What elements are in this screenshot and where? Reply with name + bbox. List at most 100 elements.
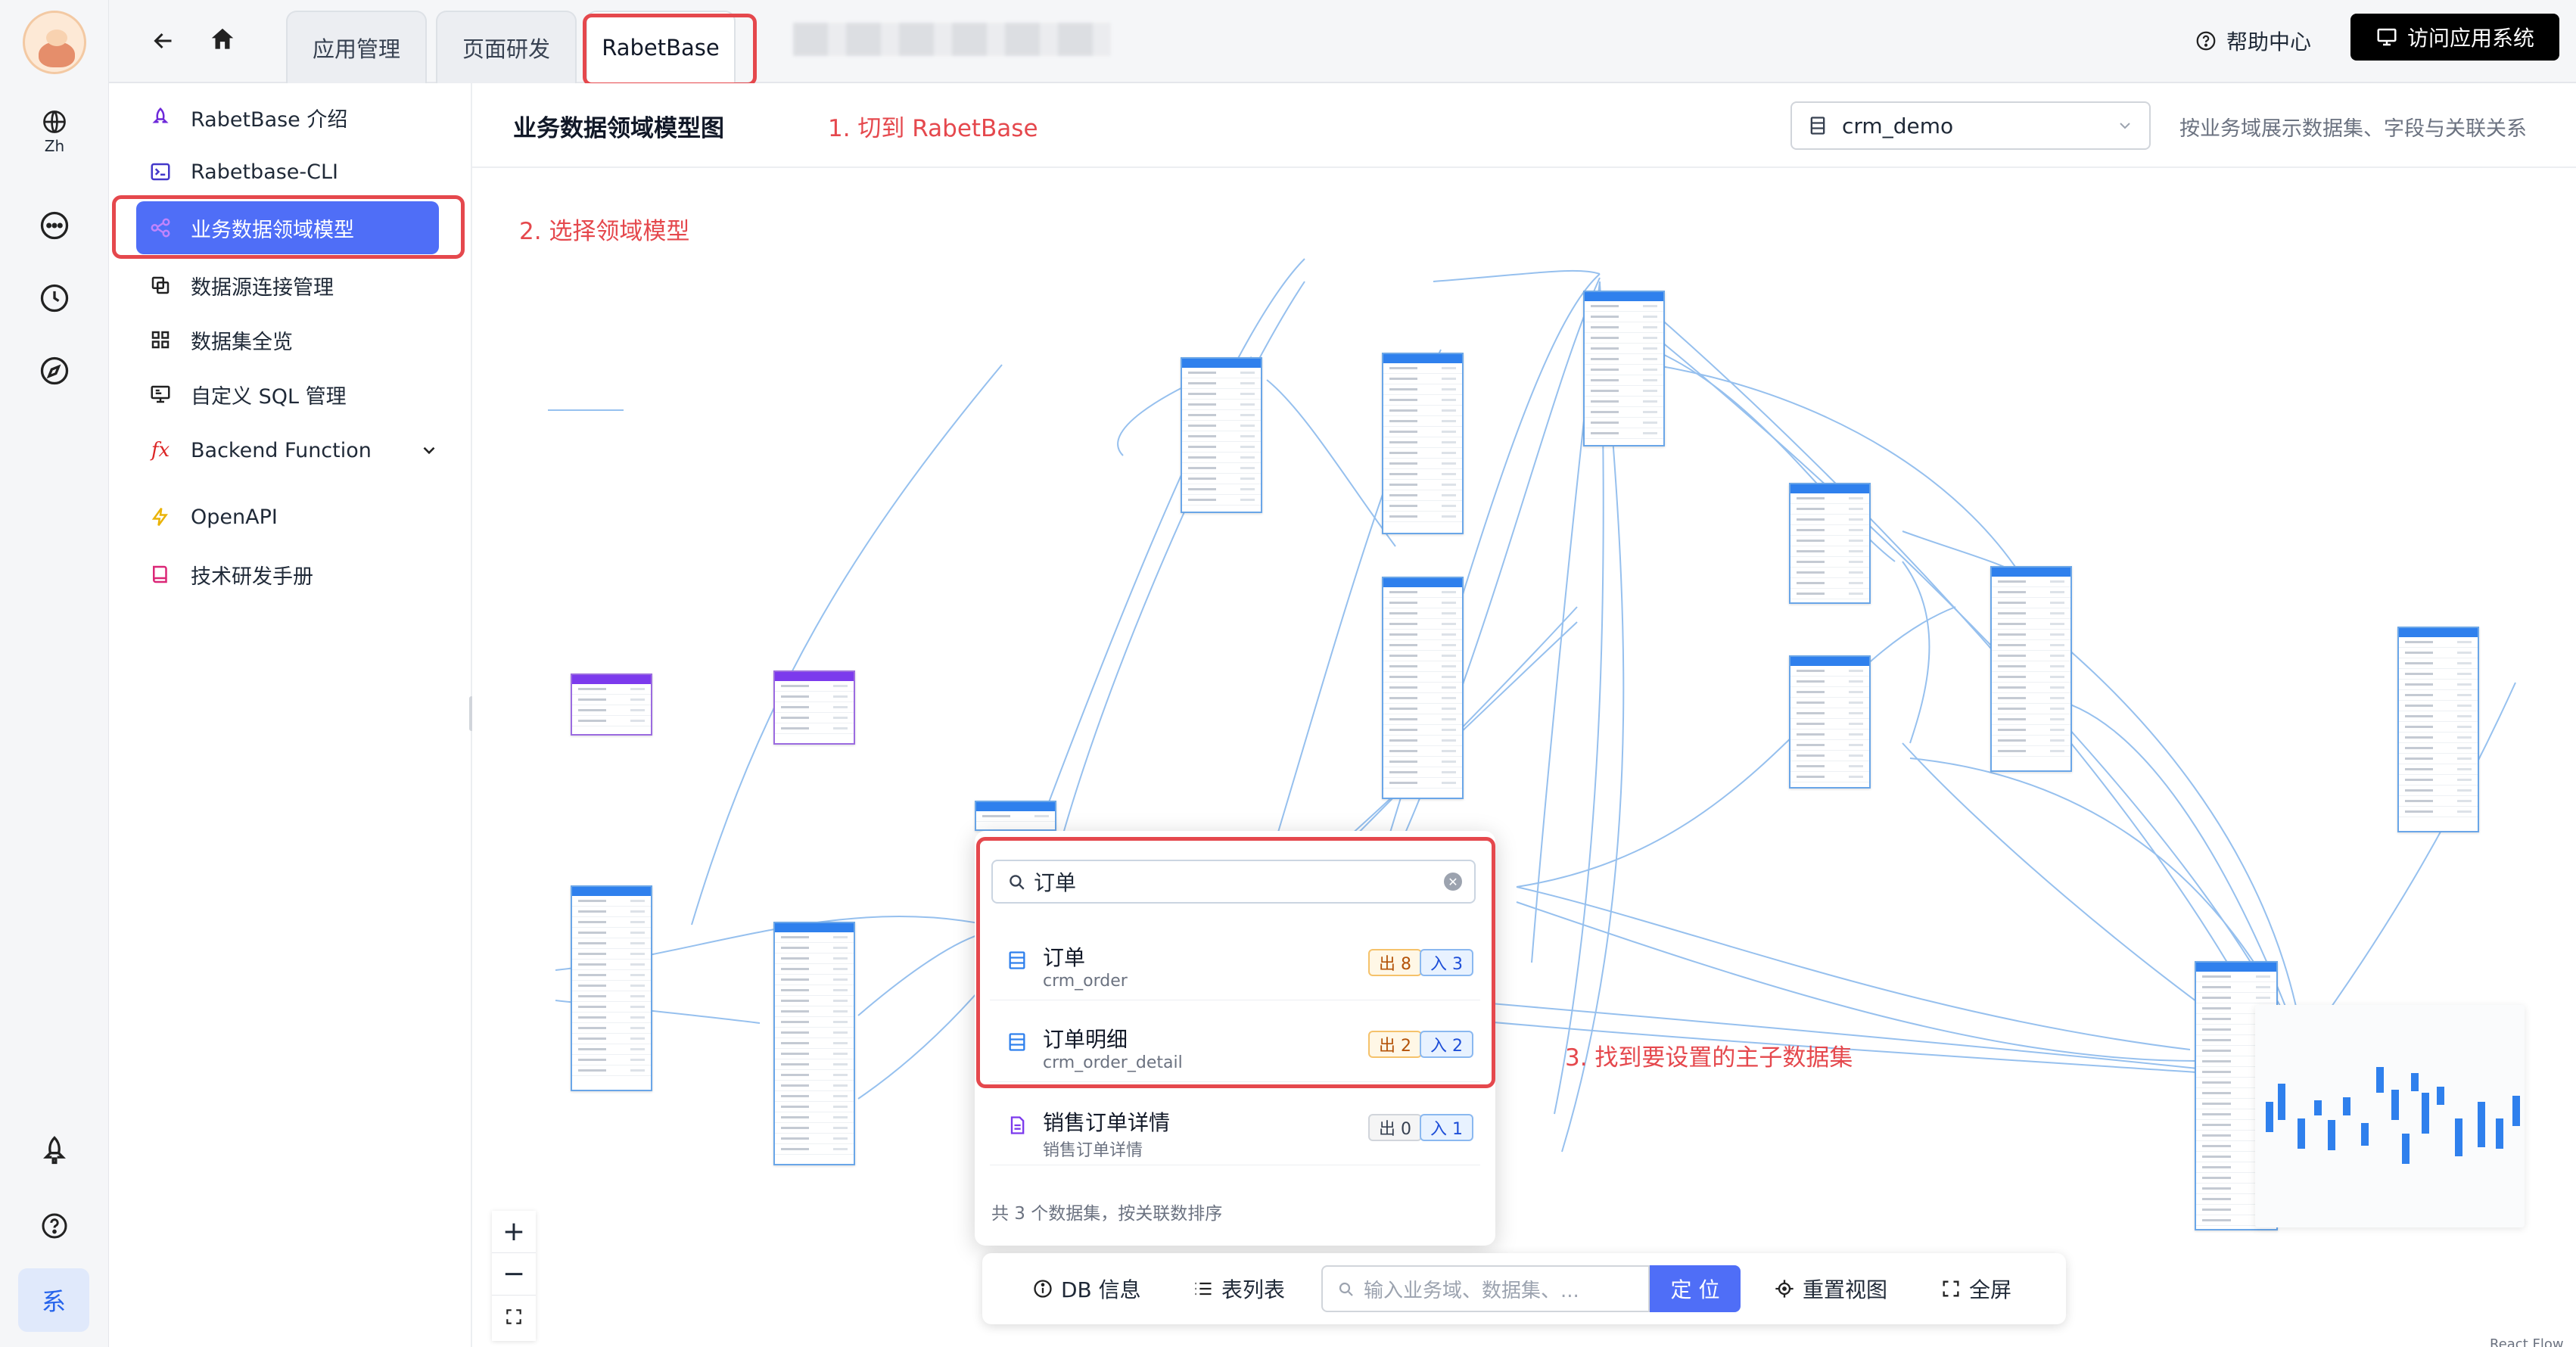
sidebar: RabetBase 介绍 Rabetbase-CLI 业务数据领域模型 数据源连… [109, 83, 472, 1347]
back-button[interactable] [141, 18, 186, 64]
help-button[interactable] [21, 1193, 88, 1259]
globe-icon [43, 110, 66, 133]
top-bar: 应用管理 页面研发 RabetBase 帮助中心 访问应用系统 [109, 0, 2576, 83]
out-count-badge: 出 0 [1368, 1114, 1422, 1141]
explore-button[interactable] [21, 338, 88, 404]
sidebar-item-datasource[interactable]: 数据源连接管理 [136, 259, 439, 312]
entity-table[interactable] [1990, 566, 2072, 772]
left-rail: Zh 系 [0, 0, 109, 1347]
fullscreen-button[interactable]: 全屏 [1940, 1270, 2011, 1308]
visit-app-button[interactable]: 访问应用系统 [2350, 14, 2559, 61]
main-content: 业务数据领域模型图 crm_demo 按业务域展示数据集、字段与关联关系 + −… [472, 83, 2576, 1347]
sql-icon [147, 381, 174, 408]
rocket-button[interactable] [21, 1117, 88, 1184]
clear-icon[interactable]: ✕ [1444, 873, 1462, 891]
tab-app-management[interactable]: 应用管理 [286, 11, 427, 83]
fit-view-icon [506, 1309, 521, 1324]
popup-footer: 共 3 个数据集，按关联数排序 [991, 1204, 1223, 1224]
arrow-left-icon [154, 33, 172, 49]
entity-table[interactable] [1382, 577, 1464, 799]
page-hint: 按业务域展示数据集、字段与关联关系 [2179, 117, 2527, 141]
in-count-badge: 入 1 [1420, 1114, 1473, 1141]
out-count-badge: 出 8 [1368, 949, 1422, 976]
entity-table[interactable] [1789, 655, 1871, 789]
zoom-controls: + − [492, 1211, 536, 1341]
chevron-down-icon [423, 446, 435, 455]
search-result-item[interactable]: 销售订单详情 销售订单详情 出 0 入 1 [990, 1090, 1480, 1165]
entity-table[interactable] [2397, 627, 2479, 832]
sidebar-item-cli[interactable]: Rabetbase-CLI [136, 145, 439, 198]
blurred-tab [793, 23, 1111, 56]
db-info-button[interactable]: DB 信息 [1032, 1270, 1141, 1308]
out-count-badge: 出 2 [1368, 1031, 1422, 1058]
minimap-nodes [2266, 1067, 2520, 1164]
chat-icon [40, 211, 69, 240]
bolt-icon [147, 503, 174, 530]
entity-table[interactable] [1181, 357, 1262, 513]
table-list-button[interactable]: 表列表 [1193, 1270, 1285, 1308]
entity-table[interactable] [571, 885, 652, 1091]
entity-table[interactable] [975, 801, 1056, 831]
entity-table[interactable] [1583, 291, 1665, 446]
reset-view-button[interactable]: 重置视图 [1774, 1270, 1887, 1308]
entity-table[interactable] [1789, 483, 1871, 604]
model-icon [147, 214, 174, 241]
db-select[interactable]: crm_demo [1790, 101, 2151, 150]
list-icon [1195, 1282, 1212, 1296]
db-select-value: crm_demo [1842, 113, 1954, 138]
question-circle-icon [2196, 31, 2216, 51]
grid-icon [147, 326, 174, 353]
minimap[interactable] [2255, 1005, 2525, 1227]
monitor-icon [2377, 28, 2397, 46]
in-count-badge: 入 2 [1420, 1031, 1473, 1058]
bottom-toolbar: DB 信息 表列表 输入业务域、数据集、... 定 位 重置视图 全屏 [982, 1253, 2066, 1324]
help-center-link[interactable]: 帮助中心 [2195, 23, 2311, 59]
dataset-search-popup: 订单 ✕ 订单 crm_order 出 8 入 3 订单明细 crm_order… [975, 831, 1495, 1246]
rocket-icon [43, 1136, 66, 1165]
home-icon [211, 28, 234, 49]
table-icon [1009, 1033, 1025, 1051]
annotation-step3: 3. 找到要设置的主子数据集 [1565, 1044, 1853, 1072]
user-initial: 系 [41, 1287, 66, 1316]
info-icon [1034, 1280, 1052, 1298]
app-logo[interactable] [23, 11, 86, 74]
entity-table[interactable] [1382, 353, 1464, 534]
chevron-down-icon [2120, 123, 2130, 129]
database-icon [1810, 117, 1825, 135]
sidebar-item-dataset-overview[interactable]: 数据集全览 [136, 313, 439, 366]
toolbar-search-input[interactable]: 输入业务域、数据集、... [1321, 1265, 1650, 1312]
search-result-item[interactable]: 订单明细 crm_order_detail 出 2 入 2 [990, 1006, 1480, 1082]
entity-table[interactable] [571, 674, 652, 736]
user-avatar[interactable]: 系 [18, 1268, 89, 1332]
sidebar-item-backend-function[interactable]: fx Backend Function [136, 424, 439, 477]
annotation-step1: 1. 切到 RabetBase [828, 115, 1038, 142]
sidebar-item-intro[interactable]: RabetBase 介绍 [136, 91, 439, 144]
entity-table[interactable] [773, 922, 855, 1165]
language-label: Zh [44, 137, 65, 155]
terminal-icon [147, 158, 174, 185]
clock-icon [40, 284, 69, 313]
popup-search-input[interactable]: 订单 ✕ [991, 860, 1476, 904]
sidebar-item-custom-sql[interactable]: 自定义 SQL 管理 [136, 368, 439, 421]
search-icon [1339, 1282, 1353, 1296]
locate-button[interactable]: 定 位 [1650, 1265, 1741, 1312]
tab-page-dev[interactable]: 页面研发 [436, 11, 577, 83]
fit-view-button[interactable] [492, 1296, 536, 1338]
home-button[interactable] [200, 17, 245, 62]
language-switch[interactable]: Zh [21, 98, 88, 165]
history-button[interactable] [21, 265, 88, 331]
annotation-step2: 2. 选择领域模型 [519, 218, 690, 245]
sidebar-item-manual[interactable]: 技术研发手册 [136, 548, 439, 601]
entity-table[interactable] [773, 670, 855, 745]
chat-button[interactable] [21, 192, 88, 259]
search-result-item[interactable]: 订单 crm_order 出 8 入 3 [990, 925, 1480, 1000]
tab-rabetbase[interactable]: RabetBase [586, 11, 736, 83]
sidebar-item-openapi[interactable]: OpenAPI [136, 490, 439, 543]
compass-icon [40, 356, 69, 385]
react-flow-attribution[interactable]: React Flow [2490, 1336, 2564, 1347]
document-icon [1010, 1116, 1025, 1134]
zoom-out-button[interactable]: − [492, 1253, 536, 1296]
sidebar-item-domain-model[interactable]: 业务数据领域模型 [136, 201, 439, 254]
zoom-in-button[interactable]: + [492, 1211, 536, 1253]
question-icon [42, 1213, 67, 1239]
